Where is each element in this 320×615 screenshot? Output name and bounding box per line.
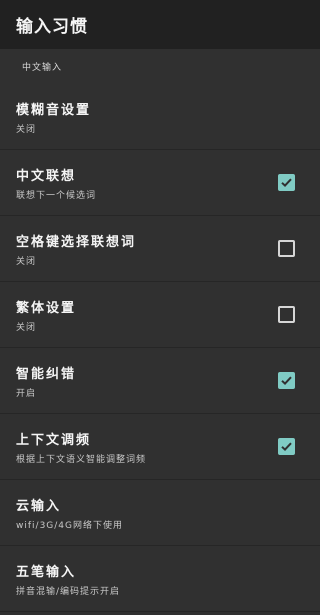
pref-summary: 关闭 [16,257,37,267]
association-checkbox[interactable] [278,174,295,191]
pref-summary: 关闭 [16,323,37,333]
pref-summary: 联想下一个候选词 [16,191,97,201]
check-icon [281,376,292,386]
pref-wubi-input[interactable]: 五笔输入 拼音混输/编码提示开启 [0,546,320,612]
pref-cloud-input[interactable]: 云输入 wifi/3G/4G网络下使用 [0,480,320,546]
pref-chinese-association[interactable]: 中文联想 联想下一个候选词 [0,150,320,216]
traditional-checkbox[interactable] [278,306,295,323]
page-title: 输入习惯 [16,17,88,37]
pref-title: 上下文调频 [16,433,92,448]
pref-context-frequency[interactable]: 上下文调频 根据上下文语义智能调整词频 [0,414,320,480]
pref-title: 模糊音设置 [16,103,92,118]
pref-space-select-association[interactable]: 空格键选择联想词 关闭 [0,216,320,282]
pref-summary: 开启 [16,389,37,399]
pref-fuzzy-pinyin[interactable]: 模糊音设置 关闭 [0,84,320,150]
check-icon [281,178,292,188]
pref-title: 繁体设置 [16,301,77,316]
pref-title: 智能纠错 [16,367,77,382]
pref-title: 云输入 [16,499,62,514]
pref-title: 空格键选择联想词 [16,235,137,250]
pref-smart-correction[interactable]: 智能纠错 开启 [0,348,320,414]
settings-screen: 输入习惯 中文输入 模糊音设置 关闭 中文联想 联想下一个候选词 空格键选择联想… [0,0,320,615]
pref-summary: wifi/3G/4G网络下使用 [16,521,123,531]
smart-correction-checkbox[interactable] [278,372,295,389]
check-icon [281,442,292,452]
pref-title: 中文联想 [16,169,77,184]
space-select-checkbox[interactable] [278,240,295,257]
toolbar: 输入习惯 [0,0,320,49]
pref-title: 五笔输入 [16,565,77,580]
pref-traditional[interactable]: 繁体设置 关闭 [0,282,320,348]
preference-list: 模糊音设置 关闭 中文联想 联想下一个候选词 空格键选择联想词 关闭 繁体设置 … [0,84,320,612]
pref-summary: 关闭 [16,125,37,135]
pref-summary: 拼音混输/编码提示开启 [16,587,121,597]
section-header: 中文输入 [22,63,63,73]
context-frequency-checkbox[interactable] [278,438,295,455]
pref-summary: 根据上下文语义智能调整词频 [16,455,147,465]
